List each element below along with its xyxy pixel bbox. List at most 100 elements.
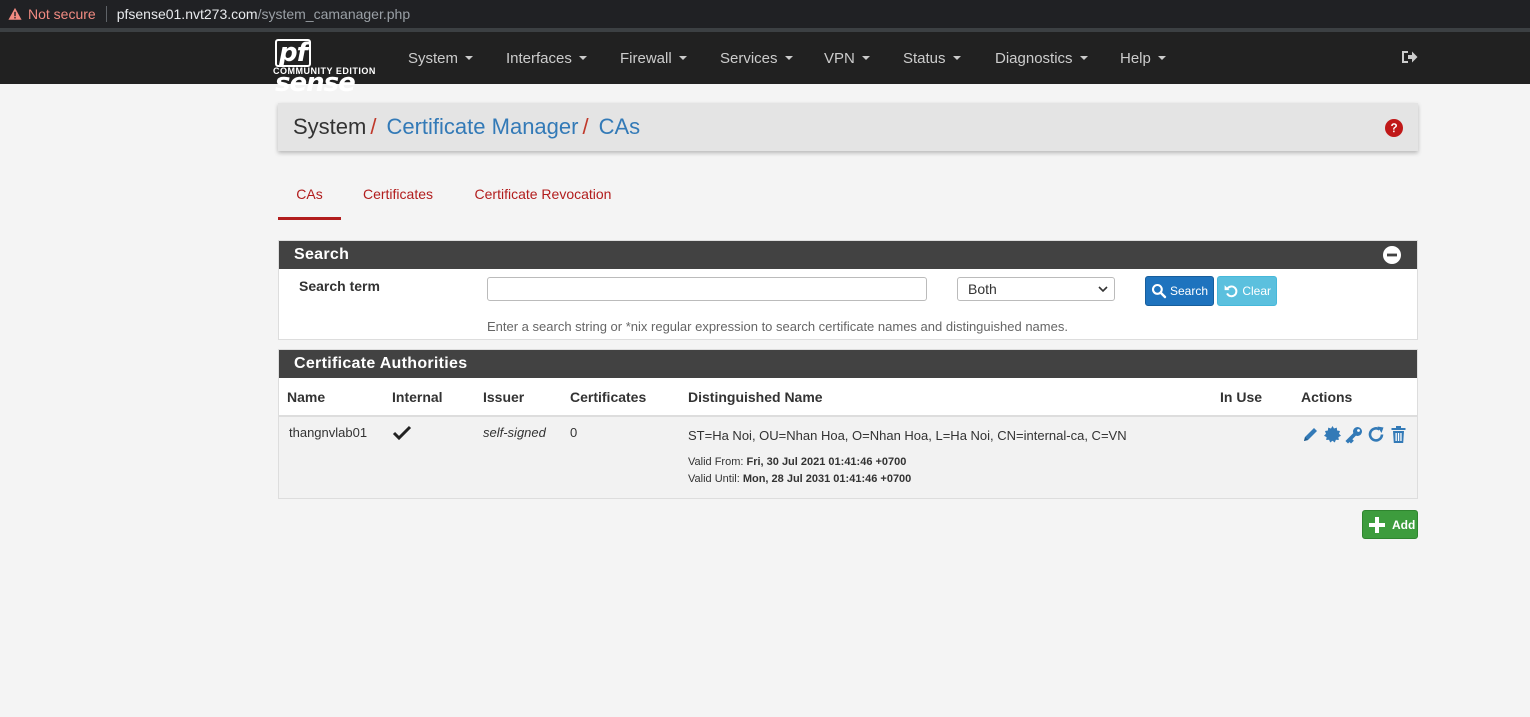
ca-name: thangnvlab01 bbox=[279, 416, 384, 498]
undo-icon bbox=[1224, 285, 1238, 298]
nav-firewall[interactable]: Firewall bbox=[620, 32, 687, 84]
caret-down-icon bbox=[784, 56, 793, 60]
caret-down-icon bbox=[952, 56, 961, 60]
row-actions bbox=[1301, 425, 1409, 444]
ca-panel: Certificate Authorities Name Internal Is… bbox=[278, 349, 1418, 499]
table-header-row: Name Internal Issuer Certificates Distin… bbox=[279, 378, 1417, 417]
tab-certificate-revocation[interactable]: Certificate Revocation bbox=[474, 172, 612, 220]
nav-label: Services bbox=[720, 49, 778, 67]
valid-until-value: Mon, 28 Jul 2031 01:41:46 +0700 bbox=[742, 473, 912, 485]
top-navbar: pfsense COMMUNITY EDITION System Interfa… bbox=[0, 32, 1530, 98]
tab-certificates[interactable]: Certificates bbox=[362, 172, 434, 220]
chevron-down-icon bbox=[1098, 286, 1108, 293]
column-distinguished-name[interactable]: Distinguished Name bbox=[680, 378, 1212, 417]
breadcrumb-root: System bbox=[293, 114, 367, 139]
nav-label: VPN bbox=[824, 49, 855, 67]
search-input[interactable] bbox=[487, 277, 927, 301]
caret-down-icon bbox=[861, 56, 870, 60]
search-panel-title: Search bbox=[294, 246, 350, 263]
refresh-icon[interactable] bbox=[1367, 425, 1386, 444]
search-scope-value: Both bbox=[968, 281, 997, 297]
search-panel: Search Search term Both Search Clear Ent… bbox=[278, 240, 1418, 340]
key-icon[interactable] bbox=[1345, 425, 1364, 444]
nav-label: Diagnostics bbox=[995, 49, 1073, 67]
caret-down-icon bbox=[465, 56, 474, 60]
search-panel-header: Search bbox=[279, 241, 1417, 269]
nav-label: Status bbox=[903, 49, 946, 67]
caret-down-icon bbox=[1157, 56, 1166, 60]
url-path: /system_camanager.php bbox=[257, 6, 411, 22]
nav-interfaces[interactable]: Interfaces bbox=[506, 32, 587, 84]
ca-issuer: self-signed bbox=[475, 416, 562, 498]
column-internal[interactable]: Internal bbox=[384, 378, 475, 417]
pfsense-logo[interactable]: pfsense COMMUNITY EDITION bbox=[273, 38, 383, 98]
search-button-label: Search bbox=[1169, 284, 1208, 298]
logo-edition: COMMUNITY EDITION bbox=[273, 66, 376, 76]
ca-valid-from: Valid From: Fri, 30 Jul 2021 01:41:46 +0… bbox=[688, 456, 1204, 468]
ca-certificate-count: 0 bbox=[562, 416, 680, 498]
pencil-icon[interactable] bbox=[1301, 425, 1320, 444]
nav-label: Help bbox=[1120, 49, 1151, 67]
trash-icon[interactable] bbox=[1389, 425, 1408, 444]
security-label: Not secure bbox=[28, 6, 96, 22]
valid-until-label: Valid Until: bbox=[688, 473, 740, 485]
search-hint: Enter a search string or *nix regular ex… bbox=[487, 319, 1068, 334]
search-term-label: Search term bbox=[299, 278, 380, 294]
add-button-label: Add bbox=[1392, 517, 1416, 532]
ca-distinguished-name: ST=Ha Noi, OU=Nhan Hoa, O=Nhan Hoa, L=Ha… bbox=[688, 428, 1127, 443]
column-issuer[interactable]: Issuer bbox=[475, 378, 562, 417]
address-separator bbox=[105, 6, 107, 22]
add-ca-button[interactable]: Add bbox=[1362, 510, 1418, 539]
breadcrumb-bar: System / Certificate Manager / CAs bbox=[278, 103, 1418, 151]
valid-from-value: Fri, 30 Jul 2021 01:41:46 +0700 bbox=[746, 456, 907, 468]
nav-status[interactable]: Status bbox=[903, 32, 961, 84]
search-panel-body: Search term Both Search Clear Enter a se… bbox=[279, 269, 1417, 339]
breadcrumb-separator: / bbox=[370, 114, 377, 139]
caret-down-icon bbox=[578, 56, 587, 60]
nav-services[interactable]: Services bbox=[720, 32, 793, 84]
warning-triangle-icon bbox=[8, 7, 22, 20]
search-scope-select[interactable]: Both bbox=[957, 277, 1115, 301]
column-certificates[interactable]: Certificates bbox=[562, 378, 680, 417]
breadcrumb-cas[interactable]: CAs bbox=[599, 114, 641, 139]
nav-label: System bbox=[408, 49, 459, 67]
browser-address-bar[interactable]: Not secure pfsense01.nvt273.com/system_c… bbox=[0, 0, 1530, 28]
security-warning[interactable]: Not secure bbox=[8, 6, 96, 22]
column-actions[interactable]: Actions bbox=[1293, 378, 1417, 417]
ca-panel-title: Certificate Authorities bbox=[294, 355, 468, 372]
minus-circle-icon[interactable] bbox=[1383, 246, 1401, 264]
ca-table: Name Internal Issuer Certificates Distin… bbox=[279, 378, 1417, 498]
certificate-icon[interactable] bbox=[1323, 425, 1342, 444]
column-name[interactable]: Name bbox=[279, 378, 384, 417]
ca-in-use bbox=[1212, 416, 1293, 498]
nav-system[interactable]: System bbox=[408, 32, 474, 84]
ca-actions-cell bbox=[1293, 416, 1417, 498]
question-circle-icon[interactable] bbox=[1385, 119, 1403, 137]
ca-internal-cell bbox=[384, 416, 475, 498]
breadcrumb-certificate-manager[interactable]: Certificate Manager bbox=[386, 114, 578, 139]
nav-label: Firewall bbox=[620, 49, 672, 67]
plus-icon bbox=[1369, 516, 1385, 533]
clear-button[interactable]: Clear bbox=[1217, 276, 1277, 306]
sign-out-icon[interactable] bbox=[1399, 47, 1419, 67]
ca-dn-cell: ST=Ha Noi, OU=Nhan Hoa, O=Nhan Hoa, L=Ha… bbox=[680, 416, 1212, 498]
clear-button-label: Clear bbox=[1242, 284, 1271, 298]
breadcrumb: System / Certificate Manager / CAs bbox=[293, 114, 640, 140]
search-icon bbox=[1151, 283, 1167, 299]
ca-valid-until: Valid Until: Mon, 28 Jul 2031 01:41:46 +… bbox=[688, 473, 1204, 485]
nav-diagnostics[interactable]: Diagnostics bbox=[995, 32, 1088, 84]
breadcrumb-separator: / bbox=[582, 114, 589, 139]
url-host: pfsense01.nvt273.com bbox=[116, 6, 258, 22]
search-button[interactable]: Search bbox=[1145, 276, 1214, 306]
ca-panel-header: Certificate Authorities bbox=[279, 350, 1417, 378]
tab-cas[interactable]: CAs bbox=[278, 172, 341, 220]
nav-label: Interfaces bbox=[506, 49, 572, 67]
table-row: thangnvlab01 self-signed 0 ST=Ha Noi, OU… bbox=[279, 416, 1417, 498]
caret-down-icon bbox=[1079, 56, 1088, 60]
nav-vpn[interactable]: VPN bbox=[824, 32, 870, 84]
valid-from-label: Valid From: bbox=[688, 456, 744, 468]
column-in-use[interactable]: In Use bbox=[1212, 378, 1293, 417]
caret-down-icon bbox=[678, 56, 687, 60]
check-icon bbox=[392, 425, 412, 441]
nav-help[interactable]: Help bbox=[1120, 32, 1166, 84]
